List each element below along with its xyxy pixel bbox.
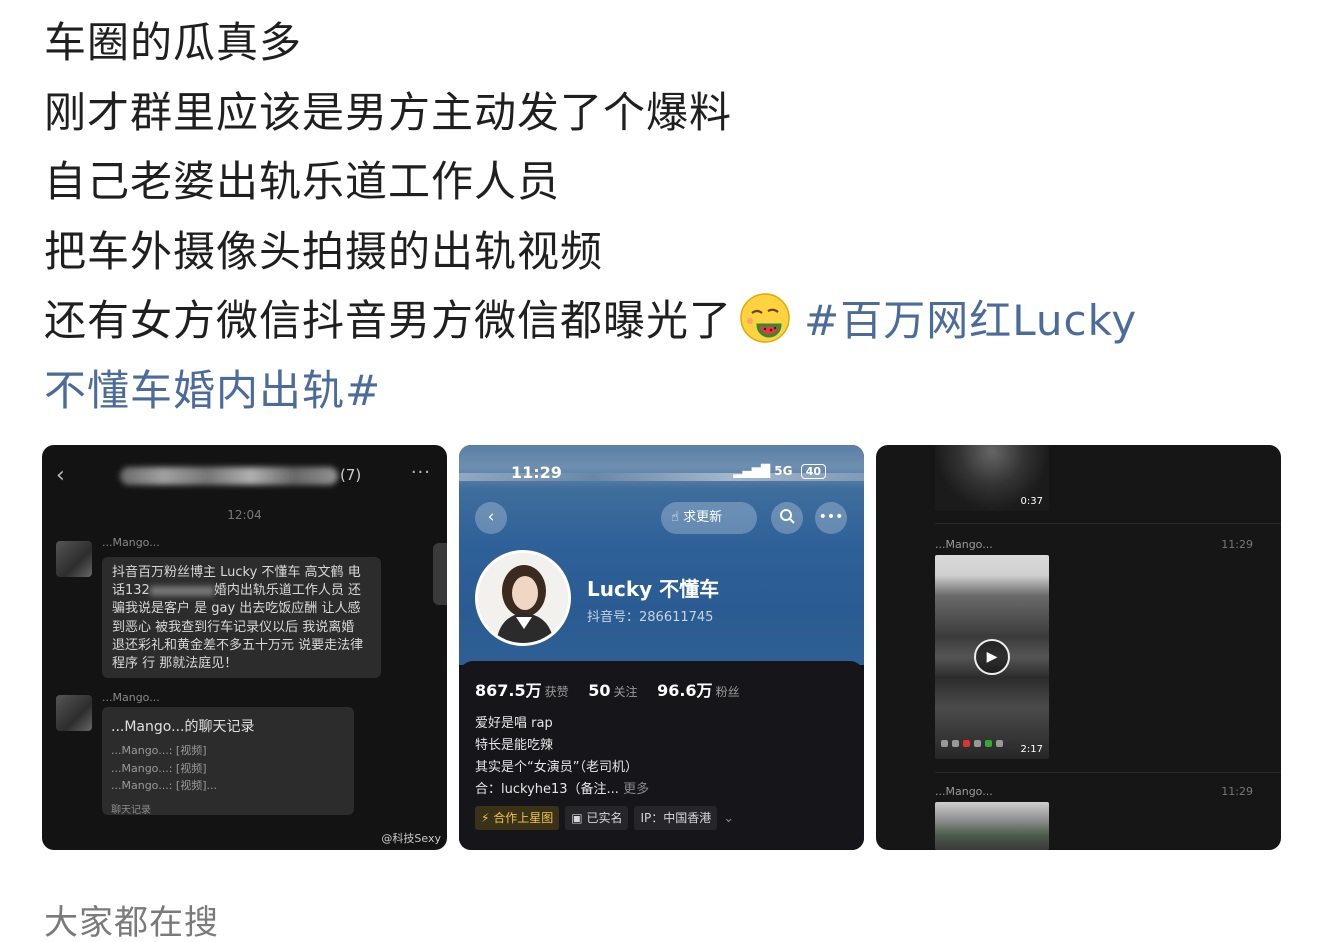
- bio-contact-line: 合：luckyhe13（备注... 更多: [475, 779, 649, 801]
- chat-record-row: ...Mango...: [视频]: [111, 744, 207, 757]
- chat-record-row: ...Mango...: [视频]...: [111, 779, 217, 792]
- douyin-id: 抖音号：286611745: [587, 610, 714, 625]
- dashcam-controls: [941, 732, 1007, 751]
- bio-more: 更多: [623, 782, 650, 797]
- back-icon: ‹: [475, 502, 507, 534]
- blurred-group-name: [120, 467, 338, 485]
- video-duration: 2:17: [1020, 744, 1043, 755]
- verified-tag: ▣ 已实名: [565, 806, 629, 830]
- post-body: 车圈的瓜真多 刚才群里应该是男方主动发了个爆料 自己老婆出轨乐道工作人员 把车外…: [44, 8, 1284, 425]
- search-icon: [771, 502, 803, 534]
- following-count: 50: [588, 681, 611, 700]
- avatar: [56, 541, 92, 577]
- back-icon: ‹: [56, 463, 65, 488]
- bio-contact: 合：luckyhe13（备注...: [475, 782, 619, 797]
- post-line-1: 车圈的瓜真多: [44, 18, 303, 67]
- post-line-4: 把车外摄像头拍摄的出轨视频: [44, 226, 604, 276]
- sender-name: ...Mango...: [935, 538, 993, 551]
- video-thumbnail: [935, 802, 1049, 850]
- bio-line: 其实是个“女演员”（老司机）: [475, 760, 638, 775]
- likes-count: 867.5万: [475, 681, 542, 700]
- watermelon-emoji-icon: [740, 293, 790, 343]
- post-line-2: 刚才群里应该是男方主动发了个爆料: [44, 87, 733, 137]
- battery-icon: 40: [800, 464, 826, 479]
- chat-time: 12:04: [227, 508, 262, 522]
- video-thumbnail: ▶ 2:17: [935, 555, 1049, 759]
- network-type: 5G: [774, 464, 793, 478]
- status-indicators: ▂▄▆█ 5G 40: [733, 464, 826, 479]
- topic-hashtag-link[interactable]: #百万网红Lucky: [804, 296, 1137, 345]
- avatar: [56, 695, 92, 731]
- message-time: 11:29: [1221, 785, 1253, 798]
- image-chat-screenshot[interactable]: ‹ (7) ··· 12:04 ...Mango... 抖音百万粉丝博主 Luc…: [42, 445, 447, 850]
- bio-line: 爱好是唱 rap: [475, 716, 553, 731]
- play-icon: ▶: [974, 639, 1010, 675]
- request-update-button: ☝ 求更新: [661, 502, 757, 534]
- profile-stats: 867.5万 获赞 50 关注 96.6万 粉丝: [475, 677, 754, 701]
- chevron-down-icon: ⌄: [723, 811, 735, 826]
- more-icon: •••: [815, 502, 847, 534]
- verified-label: 已实名: [586, 811, 623, 825]
- following-label: 关注: [613, 685, 638, 699]
- star-map-label: 合作上星图: [493, 811, 554, 825]
- more-icon: ···: [410, 462, 431, 483]
- likes-label: 获赞: [544, 685, 569, 699]
- post-line-3: 自己老婆出轨乐道工作人员: [44, 157, 561, 206]
- request-update-label: 求更新: [683, 510, 723, 525]
- sender-name: ...Mango...: [102, 536, 160, 549]
- bio-line: 特长是能吃辣: [475, 738, 554, 753]
- profile-bio: 爱好是唱 rap 特长是能吃辣 其实是个“女演员”（老司机） 合：luckyhe…: [475, 713, 649, 801]
- video-thumbnail: 0:37: [935, 445, 1049, 511]
- profile-tags: ⚡ 合作上星图 ▣ 已实名 IP：中国香港 ⌄: [475, 806, 734, 830]
- scroll-handle: [433, 543, 447, 605]
- status-time: 11:29: [511, 463, 562, 482]
- divider: [935, 772, 1281, 773]
- id-card-icon: ▣: [571, 811, 583, 825]
- profile-name: Lucky 不懂车: [587, 577, 720, 601]
- sender-name: ...Mango...: [935, 785, 993, 798]
- ip-tag: IP：中国香港: [634, 806, 718, 830]
- followers-label: 粉丝: [715, 685, 740, 699]
- thumb-icon: ☝: [671, 510, 679, 525]
- trending-search-heading: 大家都在搜: [44, 903, 219, 942]
- star-map-icon: ⚡: [481, 811, 490, 825]
- message-time: 11:29: [1221, 538, 1253, 551]
- chat-record-bubble: ...Mango...的聊天记录 ...Mango...: [视频] ...Ma…: [102, 707, 354, 816]
- star-map-tag: ⚡ 合作上星图: [475, 806, 560, 830]
- image-profile-screenshot[interactable]: 11:29 ▂▄▆█ 5G 40 ‹ ☝ 求更新 ••• Lucky 不懂车 抖…: [459, 445, 864, 850]
- blurred-phone: [149, 585, 214, 596]
- followers-count: 96.6万: [657, 681, 713, 700]
- message-bubble: 抖音百万粉丝博主 Lucky 不懂车 高文鹤 电话132 婚内出轨乐道工作人员 还…: [102, 557, 381, 678]
- avatar: [475, 550, 571, 646]
- image-video-screenshot[interactable]: 0:37 ...Mango... 11:29 ▶ 2:17 ...Mango..…: [876, 445, 1281, 850]
- topic-hashtag-link-cont[interactable]: 不懂车婚内出轨#: [44, 356, 1284, 426]
- post-line-5-text: 还有女方微信抖音男方微信都曝光了: [44, 296, 733, 345]
- signal-icon: ▂▄▆█: [733, 464, 771, 478]
- divider: [935, 523, 1281, 524]
- chat-record-row: ...Mango...: [视频]: [111, 761, 207, 775]
- member-count: (7): [340, 466, 362, 484]
- sender-name: ...Mango...: [102, 691, 160, 704]
- chat-topbar: ‹ (7) ···: [42, 445, 447, 507]
- post-line-5: 还有女方微信抖音男方微信都曝光了 #百万网红Lucky: [44, 286, 1284, 356]
- video-duration: 0:37: [1020, 496, 1043, 507]
- weibo-watermark: @科技Sexy: [381, 832, 441, 845]
- chat-record-title: ...Mango...的聊天记录: [111, 719, 255, 735]
- chat-record-footer: 聊天记录: [111, 804, 151, 816]
